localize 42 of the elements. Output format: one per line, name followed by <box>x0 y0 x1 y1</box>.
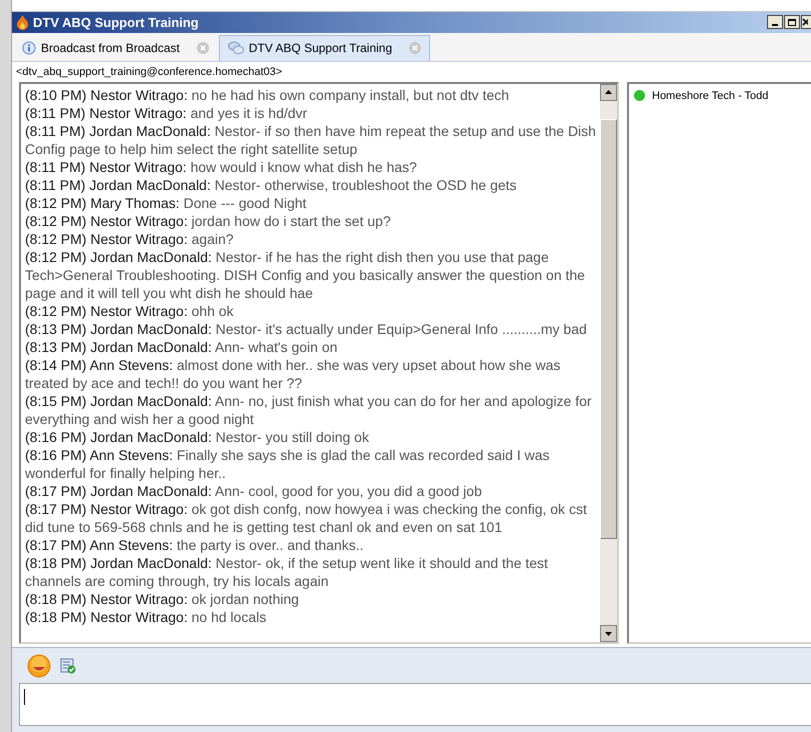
scrollbar[interactable] <box>600 84 617 642</box>
chat-message: (8:12 PM) Mary Thomas: Done --- good Night <box>25 194 308 212</box>
participant-name[interactable]: Homeshore Tech - Todd <box>652 88 768 104</box>
close-button[interactable] <box>801 15 811 30</box>
chat-message: (8:13 PM) Jordan MacDonald: Ann- what's goin on <box>25 338 338 356</box>
checklist-icon[interactable] <box>60 658 76 674</box>
room-address: <dtv_abq_support_training@conference.homechat03> <box>16 65 282 80</box>
chat-bubbles-icon <box>228 41 244 56</box>
up-arrow-icon <box>605 90 612 94</box>
chat-message: (8:16 PM) Ann Stevens: Finally she says she is glad the call was recorded said I was wonderful for finally helping her.. <box>25 446 550 482</box>
chat-message: (8:11 PM) Nestor Witrago: how would i know what dish he has? <box>25 158 418 176</box>
down-arrow-icon <box>605 632 612 636</box>
chat-message: (8:11 PM) Jordan MacDonald: Nestor- otherwise, troubleshoot the OSD he gets <box>25 176 518 194</box>
maximize-icon <box>788 18 796 26</box>
message-input[interactable] <box>19 683 811 726</box>
scroll-up-button[interactable] <box>600 84 617 101</box>
info-icon <box>22 40 36 55</box>
chat-message: (8:18 PM) Nestor Witrago: ok jordan nothing <box>25 590 300 608</box>
flame-icon <box>16 14 29 30</box>
chat-tab[interactable]: DTV ABQ Support Training <box>218 34 430 61</box>
chat-message: (8:18 PM) Nestor Witrago: no hd locals <box>25 608 268 626</box>
chat-message: (8:11 PM) Nestor Witrago: and yes it is hd/dvr <box>25 104 308 122</box>
chat-message: (8:10 PM) Nestor Witrago: no he had his own company install, but not dtv tech <box>25 86 510 104</box>
maximize-button[interactable] <box>784 15 800 30</box>
scroll-thumb[interactable] <box>600 118 617 539</box>
chat-message: (8:17 PM) Jordan MacDonald: Ann- cool, good for you, you did a good job <box>25 482 483 500</box>
chat-message: (8:17 PM) Ann Stevens: the party is over.. and thanks.. <box>25 536 365 554</box>
scroll-down-button[interactable] <box>600 625 617 642</box>
minimize-button[interactable] <box>767 15 783 30</box>
chat-message: (8:13 PM) Jordan MacDonald: Nestor- it's actually under Equip>General Info ..........my bad <box>25 320 588 338</box>
chat-message: (8:12 PM) Nestor Witrago: ohh ok <box>25 302 235 320</box>
chat-message: (8:14 PM) Ann Stevens: almost done with her.. she was very upset about how she was treated by ace and tech!! do you want her ?? <box>25 356 562 392</box>
chat-message: (8:15 PM) Jordan MacDonald: Ann- no, just finish what you can do for her and apologize for everything and wish her a good night <box>25 392 593 428</box>
chat-message: (8:16 PM) Jordan MacDonald: Nestor- you still doing ok <box>25 428 370 446</box>
close-icon <box>802 18 808 26</box>
tab-label: DTV ABQ Support Training <box>248 40 392 58</box>
tab-label: Broadcast from Broadcast <box>41 40 180 57</box>
window-title: DTV ABQ Support Training <box>33 14 199 32</box>
minimize-icon <box>772 24 778 26</box>
smiley-icon[interactable] <box>27 654 51 678</box>
chat-message: (8:12 PM) Nestor Witrago: again? <box>25 230 235 248</box>
chat-message: (8:12 PM) Nestor Witrago: jordan how do i start the set up? <box>25 212 392 230</box>
